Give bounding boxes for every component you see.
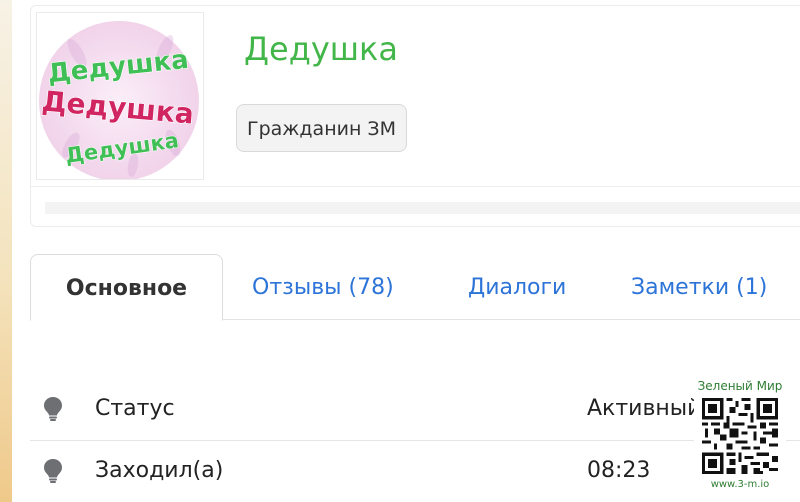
tab-reviews[interactable]: Отзывы (78) [252,254,394,320]
lightbulb-icon [44,459,62,483]
qr-title: Зеленый Мир [697,379,783,393]
info-label-status: Статус [95,396,175,421]
tab-notes[interactable]: Заметки (1) [631,254,767,320]
lightbulb-icon [44,397,62,421]
left-background-strip [0,0,12,502]
avatar-image: Дедушка Дедушка Дедушка [39,21,199,179]
info-value-status: Активный [587,396,702,421]
info-label-last-seen: Заходил(а) [95,458,224,483]
tab-main[interactable]: Основное [30,254,223,321]
qr-url: www.3-m.io [710,479,770,490]
tab-dialogs[interactable]: Диалоги [468,254,566,320]
username[interactable]: Дедушка [244,30,398,68]
avatar[interactable]: Дедушка Дедушка Дедушка [36,12,204,180]
qr-watermark: Зеленый Мир www.3-m.io [694,378,786,494]
profile-progress-bar [45,202,800,214]
qr-code-icon [702,398,778,474]
info-value-last-seen: 08:23 [587,458,651,483]
tabs-divider [222,319,800,320]
profile-card: Дедушка Дедушка Дедушка Дедушка Граждани… [30,5,800,227]
rank-badge: Гражданин ЗМ [236,104,407,152]
info-row-last-seen: Заходил(а) 08:23 [30,440,800,502]
info-row-status: Статус Активный [30,378,800,441]
profile-tabs: Основное Отзывы (78) Диалоги Заметки (1) [30,254,800,321]
profile-header: Дедушка Дедушка Дедушка Дедушка Граждани… [31,6,800,187]
